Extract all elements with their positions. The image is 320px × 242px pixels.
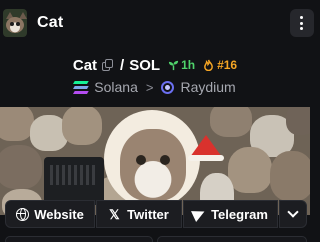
telegram-label: Telegram bbox=[211, 206, 268, 222]
token-banner-image bbox=[0, 107, 310, 215]
top-bar: Cat bbox=[0, 0, 314, 46]
website-label: Website bbox=[34, 206, 84, 222]
trending-rank-badge: #16 bbox=[203, 58, 237, 72]
chevron-down-icon bbox=[287, 206, 299, 218]
chain-network[interactable]: Solana bbox=[94, 79, 138, 95]
more-links-button[interactable] bbox=[279, 200, 307, 228]
chain-dex[interactable]: Raydium bbox=[180, 79, 235, 95]
twitter-label: Twitter bbox=[127, 206, 169, 222]
pair-base-symbol: Cat bbox=[72, 56, 98, 74]
token-avatar bbox=[3, 9, 27, 37]
chevron-right-icon: > bbox=[145, 79, 154, 95]
x-logo-icon: 𝕏 bbox=[109, 206, 120, 222]
telegram-icon bbox=[191, 206, 208, 222]
token-title: Cat bbox=[37, 14, 64, 31]
pair-age-badge: 1h bbox=[168, 58, 195, 72]
globe-icon bbox=[16, 207, 30, 221]
trending-rank: #16 bbox=[217, 58, 238, 72]
seedling-icon bbox=[168, 60, 179, 70]
telegram-button[interactable]: Telegram bbox=[183, 200, 278, 228]
kebab-menu-button[interactable] bbox=[290, 9, 314, 37]
pair-age: 1h bbox=[181, 58, 196, 72]
next-row-peek bbox=[0, 236, 310, 242]
pair-row: Cat / SOL 1h #16 bbox=[0, 55, 310, 75]
copy-icon[interactable] bbox=[102, 59, 114, 71]
kebab-menu-icon bbox=[300, 16, 303, 19]
chain-row: Solana > Raydium bbox=[0, 78, 310, 96]
website-button[interactable]: Website bbox=[5, 200, 95, 228]
flame-icon bbox=[204, 59, 213, 71]
social-links-bar: Website 𝕏 Twitter Telegram bbox=[0, 200, 310, 228]
pair-separator: / bbox=[120, 56, 125, 74]
twitter-button[interactable]: 𝕏 Twitter bbox=[96, 200, 182, 228]
radio-image bbox=[44, 157, 104, 205]
solana-icon bbox=[73, 81, 90, 93]
pair-quote-symbol: SOL bbox=[129, 56, 161, 74]
raydium-icon bbox=[161, 80, 175, 94]
